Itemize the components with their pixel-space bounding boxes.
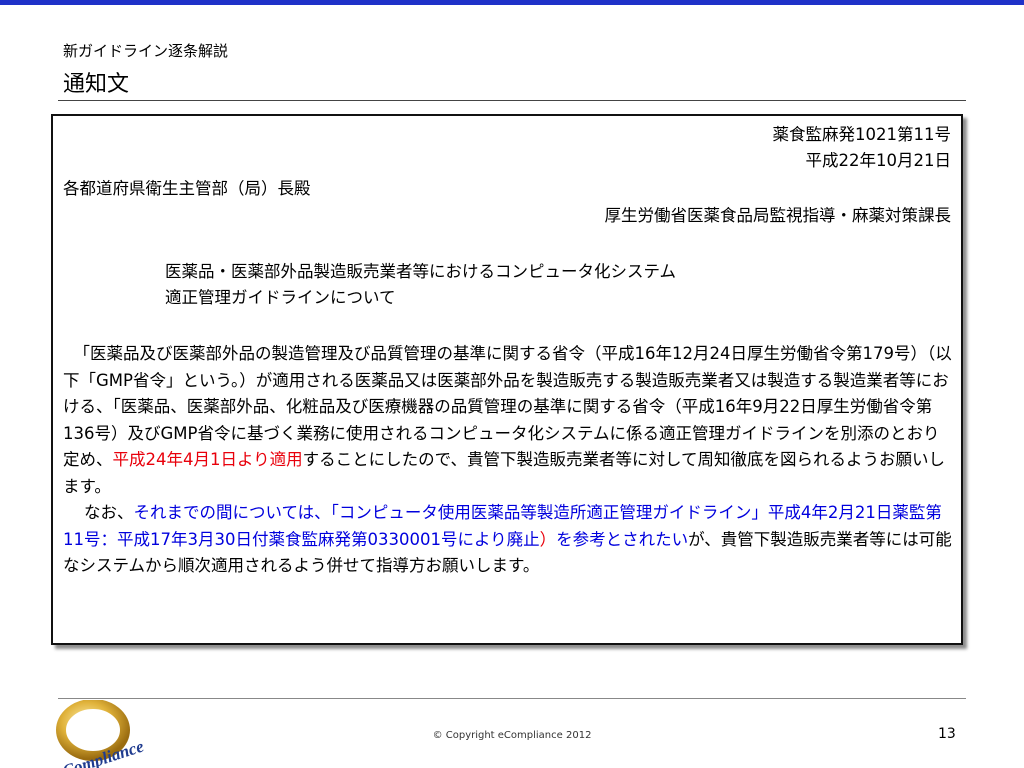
sender: 厚生労働省医薬食品局監視指導・麻薬対策課長 [604, 206, 952, 225]
top-accent-bar [0, 0, 1024, 5]
addressee: 各都道府県衛生主管部（局）長殿 [63, 179, 311, 198]
page-number: 13 [938, 726, 956, 742]
body-paragraph-2: なお、それまでの間については、「コンピュータ使用医薬品等製造所適正管理ガイドライ… [63, 503, 952, 575]
header-divider [58, 100, 966, 101]
slide-title: 通知文 [63, 72, 130, 97]
document-number: 薬食監麻発1021第11号 [772, 125, 952, 144]
subject-line-2: 適正管理ガイドラインについて [165, 288, 396, 307]
body-paragraph-1: 「医薬品及び医薬部外品の製造管理及び品質管理の基準に関する省令（平成16年12月… [63, 344, 952, 496]
document-date: 平成22年10月21日 [805, 151, 952, 170]
body-text: 「医薬品及び医薬部外品の製造管理及び品質管理の基準に関する省令（平成16年12月… [63, 341, 955, 580]
footer-divider [58, 698, 966, 699]
notice-document-box: 薬食監麻発1021第11号 平成22年10月21日 各都道府県衛生主管部（局）長… [51, 114, 963, 645]
slide-subtitle: 新ガイドライン逐条解説 [63, 42, 229, 60]
effective-date-highlight: 平成24年4月1日より適用 [112, 450, 303, 469]
copyright-text: © Copyright eCompliance 2012 [432, 730, 592, 741]
subject-line-1: 医薬品・医薬部外品製造販売業者等におけるコンピュータ化システム [165, 262, 677, 281]
